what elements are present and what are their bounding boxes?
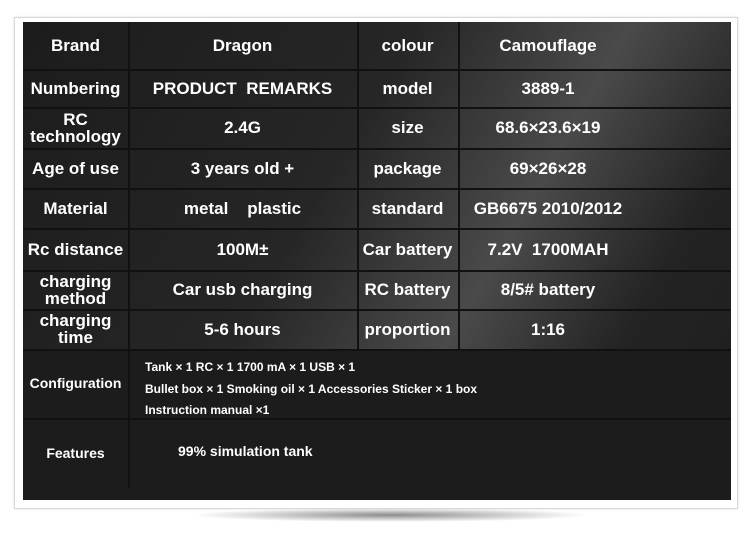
configuration-label: Configuration bbox=[29, 375, 122, 391]
spec-label: model bbox=[382, 78, 433, 98]
spec-label: colour bbox=[381, 36, 434, 55]
spec-label: Numbering bbox=[30, 78, 121, 98]
spec-label: standard bbox=[371, 198, 444, 218]
spec-label: package bbox=[373, 158, 442, 178]
spec-value: 1:16 bbox=[530, 319, 566, 339]
spec-value: Dragon bbox=[212, 36, 273, 55]
spec-label: Car battery bbox=[362, 239, 453, 259]
drop-shadow bbox=[190, 508, 590, 522]
features-label: Features bbox=[46, 444, 105, 461]
spec-label: charging time bbox=[39, 311, 117, 347]
spec-label: Brand bbox=[50, 36, 101, 55]
spec-label: Age of use bbox=[32, 158, 119, 178]
spec-value: metal plastic bbox=[183, 198, 302, 218]
spec-value: 100M± bbox=[216, 239, 269, 259]
spec-value: 2.4G bbox=[224, 118, 261, 137]
spec-label: Rc distance bbox=[27, 239, 124, 259]
configuration-line: Bullet box × 1 Smoking oil × 1 Accessori… bbox=[145, 382, 478, 396]
spec-value: Camouflage bbox=[499, 36, 597, 55]
column-divider bbox=[357, 22, 359, 349]
spec-label: charging method bbox=[39, 271, 117, 308]
spec-label: size bbox=[391, 118, 424, 137]
spec-value: 7.2V 1700MAH bbox=[487, 239, 609, 259]
spec-value: 8/5# battery bbox=[500, 280, 596, 299]
spec-label: Material bbox=[43, 198, 108, 218]
configuration-line: Instruction manual ×1 bbox=[145, 403, 270, 417]
spec-value: Car usb charging bbox=[172, 280, 313, 299]
spec-value: GB6675 2010/2012 bbox=[473, 198, 623, 218]
spec-label: proportion bbox=[364, 319, 451, 339]
features-value: 99% simulation tank bbox=[178, 443, 313, 459]
spec-value: 68.6×23.6×19 bbox=[495, 118, 601, 137]
column-divider bbox=[458, 22, 460, 349]
spec-value: 3 years old + bbox=[190, 158, 295, 178]
spec-value: 69×26×28 bbox=[509, 158, 587, 178]
spec-label: RC technology bbox=[30, 109, 121, 146]
spec-value: 5-6 hours bbox=[204, 319, 281, 339]
spec-label: RC battery bbox=[364, 280, 451, 299]
spec-value: PRODUCT REMARKS bbox=[152, 78, 333, 98]
configuration-line: Tank × 1 RC × 1 1700 mA × 1 USB × 1 bbox=[145, 360, 356, 374]
column-divider bbox=[128, 22, 130, 488]
spec-value: 3889-1 bbox=[521, 78, 575, 98]
